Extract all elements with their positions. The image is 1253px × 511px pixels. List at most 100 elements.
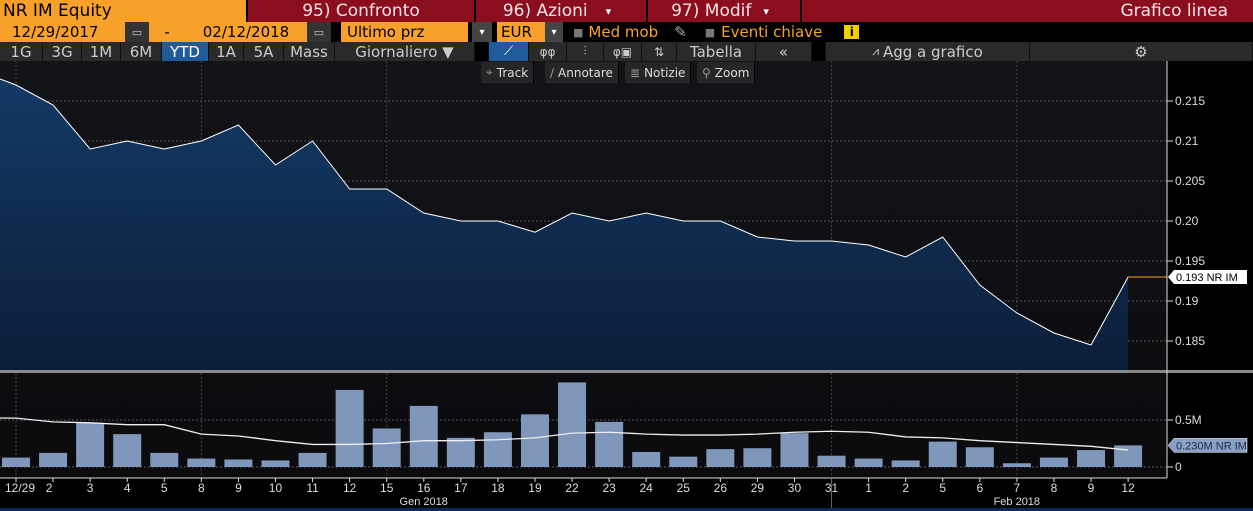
table-button[interactable]: Tabella	[677, 42, 756, 61]
security-field[interactable]: NR IM Equity	[0, 0, 246, 22]
chevron-down-icon[interactable]: ▾	[472, 22, 492, 42]
volume-bar-30	[780, 433, 809, 467]
volume-bar-29	[743, 448, 772, 467]
period-1m[interactable]: 1M	[82, 42, 121, 61]
y-tick-label: 0.205	[1175, 174, 1205, 188]
zoom-button[interactable]: ⚲ Zoom	[697, 62, 756, 83]
x-tick-label: 25	[677, 481, 691, 495]
volume-bar-24	[632, 451, 661, 467]
collapse-button[interactable]: «	[756, 42, 812, 61]
chevron-down-icon[interactable]: ▾	[545, 22, 563, 42]
moving-avg-label: Med mob	[588, 23, 659, 41]
volume-tick-label: 0	[1175, 460, 1182, 474]
volume-bar-23	[595, 421, 624, 467]
annotate-button[interactable]: ∕ Annotare	[545, 62, 619, 83]
y-tick-label: 0.21	[1175, 134, 1199, 148]
period-mass[interactable]: Mass	[284, 42, 335, 61]
gear-icon[interactable]: ⚙	[1030, 42, 1253, 61]
period-1g[interactable]: 1G	[0, 42, 43, 61]
chart-title: Grafico linea	[802, 0, 1253, 22]
info-icon[interactable]: i	[844, 25, 860, 39]
checkbox-moving-avg[interactable]: ■	[573, 22, 583, 42]
annotate-label: Annotare	[558, 65, 613, 80]
volume-bar-12	[335, 389, 364, 467]
x-tick-label: 3	[87, 481, 94, 495]
currency-select[interactable]: EUR	[497, 22, 545, 42]
volume-bar-4	[113, 434, 142, 467]
end-date-input[interactable]: 02/12/2018	[185, 22, 307, 42]
line-draw-icon: ∕	[550, 65, 555, 80]
last-price-label: 0.193 NR IM	[1176, 272, 1238, 284]
volume-bar-2	[39, 452, 68, 467]
month-label: Feb 2018	[994, 496, 1040, 508]
ohlc-icon[interactable]: φφ	[529, 42, 567, 61]
menu-azioni-label: 96) Azioni	[502, 1, 588, 21]
volume-bar-8	[1039, 457, 1068, 467]
volume-bar-22	[558, 382, 587, 467]
x-tick-label: 12	[1121, 481, 1135, 495]
x-tick-label: 5	[161, 481, 168, 495]
volume-bar-3	[76, 422, 105, 467]
track-button[interactable]: ⌖ Track	[481, 62, 535, 83]
x-tick-label: 22	[565, 481, 579, 495]
volume-bar-12/29	[2, 457, 30, 467]
volume-bar-19	[520, 414, 549, 467]
candle-icon[interactable]: φ▣	[604, 42, 642, 61]
volume-bar-1	[854, 458, 883, 467]
x-tick-label: 12/29	[5, 481, 35, 495]
pencil-icon[interactable]: ✎	[674, 22, 687, 42]
calendar-icon[interactable]: ▭	[307, 22, 331, 42]
add-to-chart-button[interactable]: ⩘ Agg a grafico	[826, 42, 1030, 61]
menu-confronto[interactable]: 95) Confronto	[248, 0, 474, 22]
volume-bar-10	[261, 460, 290, 467]
volume-bar-25	[669, 456, 698, 467]
x-tick-label: 4	[124, 481, 131, 495]
key-events-label: Eventi chiave	[721, 23, 823, 41]
hilo-icon[interactable]: ⇅	[642, 42, 677, 61]
line-chart-icon[interactable]: ⟋	[489, 42, 529, 61]
x-tick-label: 23	[602, 481, 616, 495]
frequency-select[interactable]: Giornaliero ▼	[335, 42, 475, 61]
x-tick-label: 18	[491, 481, 505, 495]
y-tick-label: 0.215	[1175, 94, 1205, 108]
x-tick-label: 8	[198, 481, 205, 495]
zoom-label: Zoom	[714, 65, 750, 80]
volume-bar-9	[224, 459, 253, 467]
volume-bar-9	[1077, 450, 1106, 467]
volume-bar-5	[150, 452, 179, 467]
volume-bar-11	[298, 452, 327, 467]
menu-modif[interactable]: 97) Modif ▾	[648, 0, 800, 22]
x-tick-label: 7	[1014, 481, 1021, 495]
x-tick-label: 16	[417, 481, 431, 495]
magnifier-icon: ⚲	[702, 65, 711, 80]
volume-bar-16	[409, 405, 438, 467]
menu-modif-label: 97) Modif	[671, 1, 752, 21]
period-3g[interactable]: 3G	[43, 42, 82, 61]
volume-bar-31	[817, 455, 846, 467]
x-tick-label: 8	[1051, 481, 1058, 495]
news-icon: ≣	[630, 65, 641, 80]
x-tick-label: 10	[269, 481, 283, 495]
volume-bar-6	[965, 447, 994, 467]
y-tick-label: 0.195	[1175, 254, 1205, 268]
spacer	[812, 42, 826, 61]
x-tick-label: 24	[640, 481, 654, 495]
checkbox-key-events[interactable]: ■	[705, 22, 715, 42]
bar-chart-icon[interactable]: ⫶	[567, 42, 604, 61]
x-tick-label: 19	[528, 481, 542, 495]
x-tick-label: 30	[788, 481, 802, 495]
menu-azioni[interactable]: 96) Azioni ▾	[476, 0, 646, 22]
price-volume-chart[interactable]: 0.215 0.21 0.205 0.20 0.195 0.19 0.185 0.5M 0 12/…	[0, 61, 1253, 511]
period-ytd[interactable]: YTD	[162, 42, 209, 61]
news-button[interactable]: ≣ Notizie	[625, 62, 692, 83]
period-5a[interactable]: 5A	[244, 42, 284, 61]
field-select[interactable]: Ultimo prz	[341, 22, 468, 42]
calendar-icon[interactable]: ▭	[125, 22, 149, 42]
y-tick-label: 0.19	[1175, 294, 1199, 308]
x-tick-label: 2	[902, 481, 909, 495]
period-1a[interactable]: 1A	[209, 42, 244, 61]
start-date-input[interactable]: 12/29/2017	[0, 22, 125, 42]
chevron-down-icon: ▾	[605, 4, 612, 18]
period-6m[interactable]: 6M	[121, 42, 162, 61]
x-tick-label: 2	[46, 481, 53, 495]
